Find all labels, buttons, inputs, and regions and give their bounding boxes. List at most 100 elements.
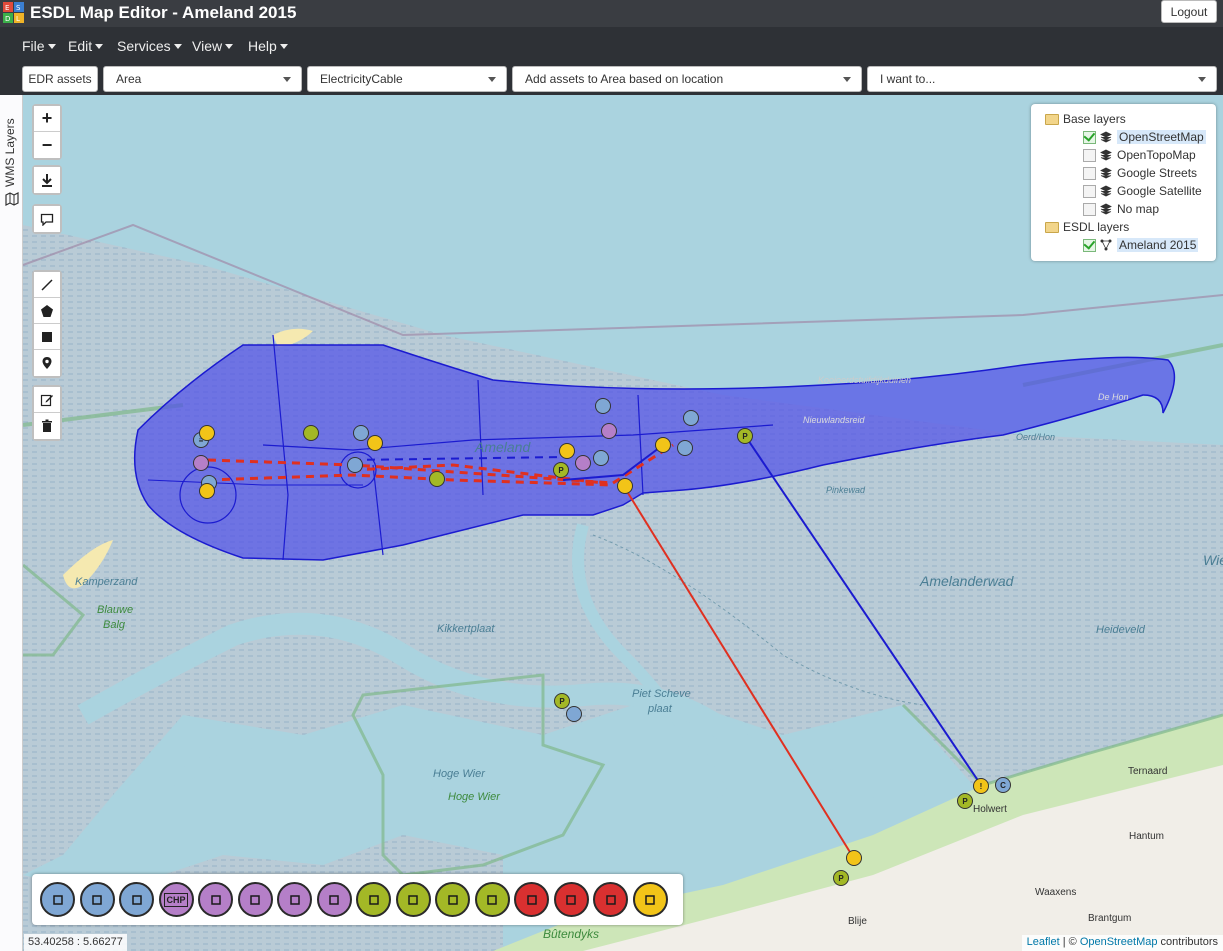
map-asset-transformer-icon[interactable] <box>655 437 671 453</box>
layer-opentopomap[interactable]: OpenTopoMap <box>1083 146 1196 164</box>
asset-palette: CHP <box>32 874 683 925</box>
lightbulb-icon[interactable] <box>40 882 75 917</box>
map-asset-solar-panel-icon[interactable] <box>429 471 445 487</box>
gas-drop-icon[interactable] <box>316 882 352 917</box>
layer-ameland-2015-checkbox[interactable] <box>1083 238 1096 252</box>
wind-turbine-icon[interactable] <box>474 882 510 917</box>
map-asset-radiator-icon[interactable] <box>677 440 693 456</box>
download-button[interactable] <box>34 167 60 193</box>
layer-openstreetmap[interactable]: OpenStreetMap <box>1083 128 1206 146</box>
layer-no-map[interactable]: No map <box>1083 200 1159 218</box>
draw-polyline-button[interactable] <box>34 272 60 298</box>
map-asset-radiator-icon[interactable] <box>595 398 611 414</box>
menu-file-label: File <box>22 38 45 54</box>
layer-google-satellite-checkbox[interactable] <box>1083 184 1096 198</box>
menu-view[interactable]: View <box>192 38 234 54</box>
folder-icon <box>1045 221 1059 233</box>
map-label-brantgum: Brantgum <box>1088 913 1132 924</box>
layer-google-streets[interactable]: Google Streets <box>1083 164 1197 182</box>
radiator-icon[interactable] <box>119 882 154 917</box>
layer-google-satellite[interactable]: Google Satellite <box>1083 182 1202 200</box>
heatpump-icon[interactable] <box>198 882 233 917</box>
map-label-wie: Wie <box>1203 552 1223 568</box>
zoom-out-button[interactable]: − <box>34 132 60 158</box>
map-asset-pipe-p-icon[interactable]: P <box>737 428 753 444</box>
menu-edit[interactable]: Edit <box>68 38 104 54</box>
map-asset-transformer-icon[interactable] <box>617 478 633 494</box>
map-label-dehon: De Hon <box>1098 392 1129 402</box>
layer-group-base[interactable]: Base layers <box>1045 110 1126 128</box>
map-asset-radiator-icon[interactable] <box>593 450 609 466</box>
solar-panel-icon[interactable] <box>435 882 470 917</box>
substation-icon[interactable] <box>356 882 391 917</box>
map-asset-pipe-p-icon[interactable]: P <box>554 693 570 709</box>
battery-icon[interactable] <box>514 882 549 917</box>
map-asset-transformer-icon[interactable] <box>199 425 215 441</box>
map-asset-c-icon[interactable]: C <box>995 777 1011 793</box>
map-asset-solar-panel-icon[interactable] <box>303 425 319 441</box>
map-asset-fan-icon[interactable] <box>575 455 591 471</box>
action-select[interactable]: Add assets to Area based on location <box>512 66 862 92</box>
map-asset-pipe-p-icon[interactable]: P <box>957 793 973 809</box>
wind-turbine-icon-glyph <box>487 894 497 905</box>
zoom-in-button[interactable]: + <box>34 106 60 132</box>
openstreetmap-link[interactable]: OpenStreetMap <box>1080 936 1158 948</box>
map-canvas[interactable]: Ameland Amelanderwad Kamperzand Blauwe B… <box>23 95 1223 951</box>
pump-icon[interactable] <box>79 882 115 917</box>
map-label-ternaard: Ternaard <box>1128 766 1168 777</box>
layer-openstreetmap-checkbox[interactable] <box>1083 130 1096 144</box>
layer-google-streets-checkbox[interactable] <box>1083 166 1096 180</box>
menu-services[interactable]: Services <box>117 38 182 54</box>
draw-marker-button[interactable] <box>34 350 60 376</box>
menu-services-label: Services <box>117 38 171 54</box>
map-asset-pipe-p-icon[interactable]: P <box>833 870 849 886</box>
map-asset-pipe-p-icon[interactable]: P <box>553 462 569 478</box>
leaflet-link[interactable]: Leaflet <box>1027 936 1060 948</box>
pump-icon-glyph <box>92 894 102 905</box>
layers-icon <box>1100 167 1112 179</box>
map-asset-heatpump-icon[interactable] <box>601 423 617 439</box>
fan-icon[interactable] <box>237 882 273 917</box>
map-asset-warning-icon[interactable]: ! <box>973 778 989 794</box>
layer-no-map-checkbox[interactable] <box>1083 202 1096 216</box>
chp-icon[interactable]: CHP <box>158 882 194 917</box>
map-asset-transformer-icon[interactable] <box>367 435 383 451</box>
draw-rectangle-button[interactable] <box>34 324 60 350</box>
edit-layers-button[interactable] <box>34 387 60 413</box>
logout-button[interactable]: Logout <box>1161 0 1217 23</box>
area-select[interactable]: Area <box>103 66 302 92</box>
gas-cylinder-icon[interactable] <box>553 882 589 917</box>
i-want-to-select[interactable]: I want to... <box>867 66 1217 92</box>
pipe-p-icon[interactable] <box>395 882 431 917</box>
layer-opentopomap-checkbox[interactable] <box>1083 148 1096 162</box>
map-asset-transformer-icon[interactable] <box>559 443 575 459</box>
speech-bubble-icon <box>40 213 54 226</box>
map-asset-radiator-icon[interactable] <box>347 457 363 473</box>
map-asset-transformer-icon[interactable] <box>846 850 862 866</box>
map-label-holwert: Holwert <box>973 804 1007 815</box>
menu-help[interactable]: Help <box>248 38 288 54</box>
menu-file[interactable]: File <box>22 38 56 54</box>
draw-polygon-button[interactable] <box>34 298 60 324</box>
polyline-icon <box>41 278 53 291</box>
storage-tank-icon[interactable] <box>593 882 628 917</box>
app-title: ESDL Map Editor - Ameland 2015 <box>30 3 297 22</box>
map-asset-pump-icon[interactable] <box>683 410 699 426</box>
layer-ameland-2015[interactable]: Ameland 2015 <box>1083 236 1199 254</box>
delete-layers-button[interactable] <box>34 413 60 439</box>
comment-button[interactable] <box>34 206 60 232</box>
map-asset-pump-icon[interactable] <box>566 706 582 722</box>
asset-type-select[interactable]: ElectricityCable <box>307 66 507 92</box>
wms-layers-tab[interactable]: WMS Layers <box>0 95 23 951</box>
layer-group-esdl[interactable]: ESDL layers <box>1045 218 1129 236</box>
layer-ameland-2015-label: Ameland 2015 <box>1117 238 1199 252</box>
action-select-value: Add assets to Area based on location <box>525 72 724 86</box>
map-asset-transformer-icon[interactable] <box>199 483 215 499</box>
factory-icon[interactable] <box>277 882 312 917</box>
edr-assets-button[interactable]: EDR assets <box>22 66 98 92</box>
map-asset-heatpump-icon[interactable] <box>193 455 209 471</box>
map-label-piet-scheve: Piet Scheve <box>632 688 691 700</box>
wms-layers-label-wrap: WMS Layers <box>3 109 21 189</box>
map-asset-lightbulb-icon[interactable] <box>353 425 369 441</box>
transformer-icon[interactable] <box>632 882 668 917</box>
